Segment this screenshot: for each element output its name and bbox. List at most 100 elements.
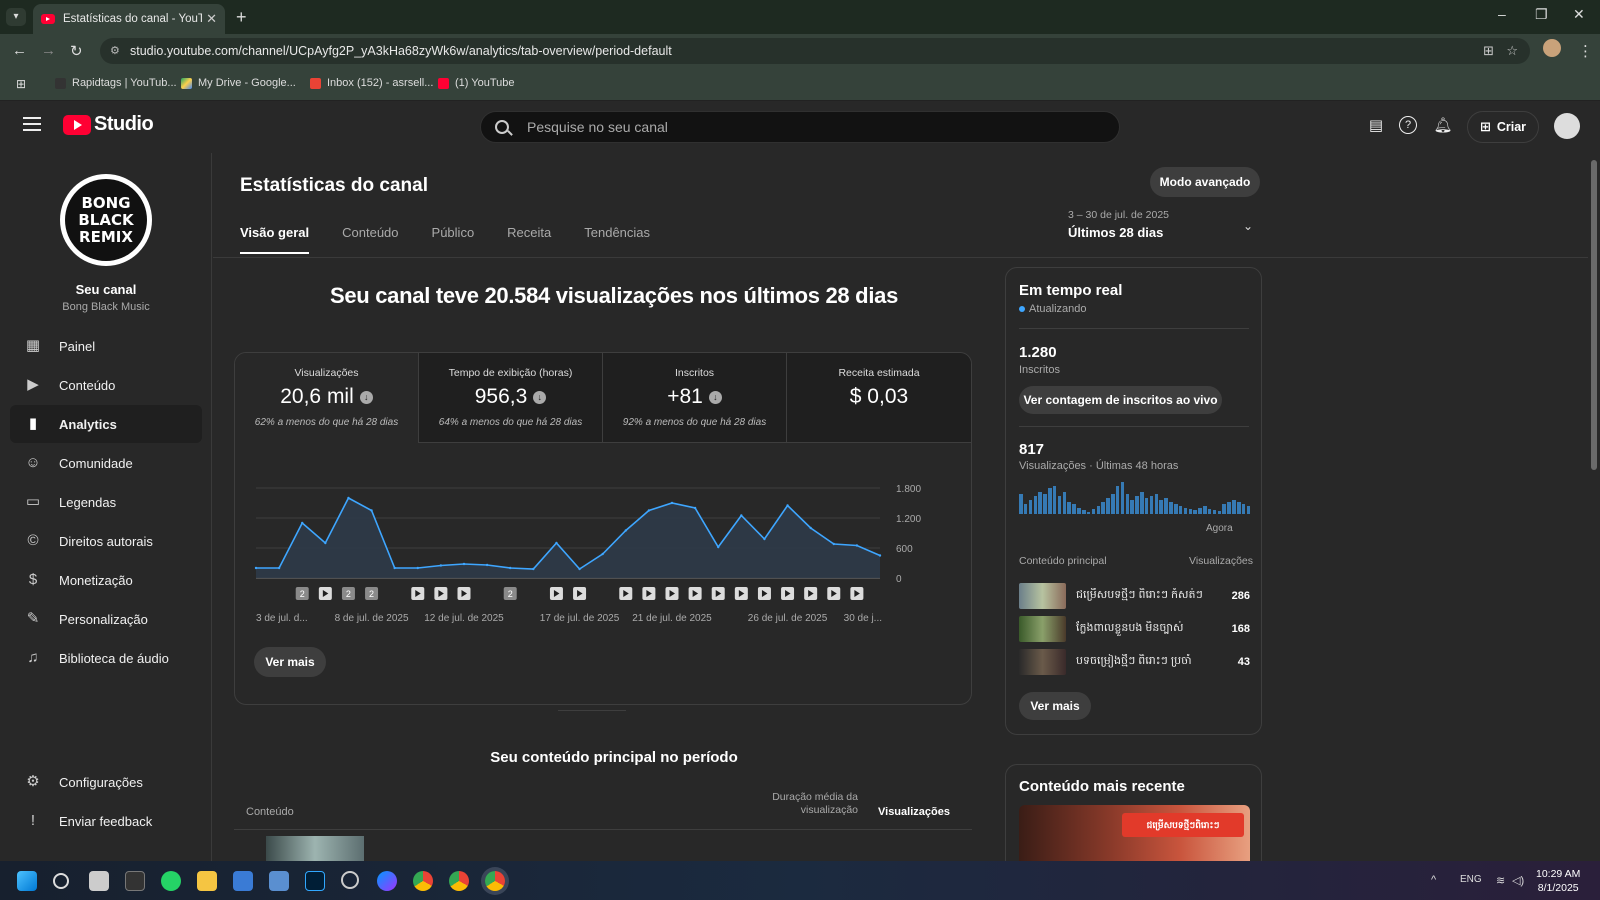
- realtime-list-item[interactable]: ជម្រើសបទថ្មីៗ ពិរោះៗ កំសត់ៗ 286: [1019, 583, 1250, 609]
- video-marker-icon[interactable]: [711, 587, 725, 600]
- sidebar-item-customization[interactable]: ✎ Personalização: [10, 600, 202, 638]
- messenger-icon[interactable]: [377, 871, 397, 891]
- advanced-mode-button[interactable]: Modo avançado: [1150, 167, 1260, 197]
- restore-window-icon[interactable]: ❐: [1535, 6, 1548, 23]
- video-marker-icon[interactable]: [642, 587, 656, 600]
- video-marker-icon[interactable]: [573, 587, 587, 600]
- create-button[interactable]: ⊞ Criar: [1467, 111, 1539, 143]
- openai-icon[interactable]: [341, 871, 359, 889]
- terminal-icon[interactable]: [125, 871, 145, 891]
- close-window-icon[interactable]: ✕: [1573, 6, 1585, 23]
- bookmark-star-icon[interactable]: ☆: [1506, 38, 1518, 64]
- metric-subscribers[interactable]: Inscritos +81 ↓ 92% a menos do que há 28 …: [603, 353, 787, 443]
- messages-icon[interactable]: ▤: [1366, 116, 1386, 136]
- video-marker-icon[interactable]: [781, 587, 795, 600]
- bookmark-youtube[interactable]: (1) YouTube: [438, 77, 515, 89]
- address-bar[interactable]: ⚙ studio.youtube.com/channel/UCpAyfg2P_y…: [100, 38, 1530, 64]
- chrome-active-icon[interactable]: [485, 871, 505, 891]
- tab-revenue[interactable]: Receita: [507, 225, 551, 254]
- sidebar-item-subtitles[interactable]: ▭ Legendas: [10, 483, 202, 521]
- youtube-studio-logo[interactable]: Studio: [63, 113, 154, 136]
- taskbar-search-icon[interactable]: [53, 873, 69, 889]
- system-clock[interactable]: 10:29 AM 8/1/2025: [1536, 867, 1580, 895]
- help-icon[interactable]: ?: [1399, 116, 1417, 134]
- browser-tab-active[interactable]: Estatísticas do canal - YouTube Studio ✕: [33, 4, 225, 34]
- video-marker-icon[interactable]: [411, 587, 425, 600]
- language-indicator[interactable]: ENG: [1460, 874, 1482, 885]
- sidebar-item-monetization[interactable]: $ Monetização: [10, 561, 202, 599]
- tab-search-button[interactable]: ▾: [6, 8, 26, 26]
- forward-arrow-icon[interactable]: →: [41, 42, 56, 59]
- video-marker-icon[interactable]: [804, 587, 818, 600]
- content-thumbnail[interactable]: [266, 836, 364, 861]
- store-icon[interactable]: [233, 871, 253, 891]
- menu-icon[interactable]: [23, 117, 41, 131]
- sidebar-item-audio-library[interactable]: ♫ Biblioteca de áudio: [10, 639, 202, 677]
- video-marker-icon[interactable]: [827, 587, 841, 600]
- video-count-marker[interactable]: 2: [365, 587, 379, 600]
- video-marker-icon[interactable]: [434, 587, 448, 600]
- metric-revenue[interactable]: Receita estimada $ 0,03: [787, 353, 971, 443]
- sidebar-item-dashboard[interactable]: ▦ Painel: [10, 327, 202, 365]
- site-info-icon[interactable]: ⚙: [110, 38, 120, 64]
- live-subscriber-count-button[interactable]: Ver contagem de inscritos ao vivo: [1019, 386, 1222, 414]
- chrome-profile-icon[interactable]: [449, 871, 469, 891]
- reload-icon[interactable]: ↻: [70, 42, 83, 60]
- show-hidden-icons-icon[interactable]: ^: [1431, 874, 1436, 886]
- bookmark-google-drive[interactable]: My Drive - Google...: [181, 77, 296, 89]
- chevron-down-icon[interactable]: ⌄: [1243, 219, 1253, 233]
- sidebar-item-analytics[interactable]: ▮ Analytics: [10, 405, 202, 443]
- close-tab-icon[interactable]: ✕: [206, 11, 217, 27]
- tab-content[interactable]: Conteúdo: [342, 225, 398, 254]
- notifications-bell-icon[interactable]: 🔔︎: [1433, 116, 1453, 136]
- bookmark-gmail[interactable]: Inbox (152) - asrsell...: [310, 77, 433, 89]
- video-marker-icon[interactable]: [757, 587, 771, 600]
- photos-icon[interactable]: [269, 871, 289, 891]
- page-scrollbar[interactable]: [1591, 160, 1597, 470]
- video-marker-icon[interactable]: [318, 587, 332, 600]
- video-marker-icon[interactable]: [619, 587, 633, 600]
- chrome-icon[interactable]: [413, 871, 433, 891]
- metric-watch-time[interactable]: Tempo de exibição (horas) 956,3 ↓ 64% a m…: [419, 353, 603, 443]
- search-input[interactable]: Pesquise no seu canal: [480, 111, 1120, 143]
- bookmark-rapidtags[interactable]: Rapidtags | YouTub...: [55, 77, 177, 89]
- sidebar-item-community[interactable]: ☺ Comunidade: [10, 444, 202, 482]
- sidebar-item-feedback[interactable]: ! Enviar feedback: [10, 802, 202, 840]
- video-marker-icon[interactable]: [734, 587, 748, 600]
- channel-avatar[interactable]: BONG BLACK REMIX: [60, 174, 152, 266]
- metric-views[interactable]: Visualizações 20,6 mil ↓ 62% a menos do q…: [235, 353, 419, 443]
- sidebar-item-content[interactable]: ▶ Conteúdo: [10, 366, 202, 404]
- video-marker-icon[interactable]: [688, 587, 702, 600]
- minimize-window-icon[interactable]: –: [1498, 6, 1506, 22]
- whatsapp-icon[interactable]: [161, 871, 181, 891]
- column-header-avg-duration[interactable]: Duração média da visualização: [748, 791, 858, 817]
- video-count-marker[interactable]: 2: [295, 587, 309, 600]
- profile-avatar-icon[interactable]: [1543, 39, 1561, 57]
- sidebar-item-copyright[interactable]: © Direitos autorais: [10, 522, 202, 560]
- file-explorer-icon[interactable]: [197, 871, 217, 891]
- realtime-list-item[interactable]: ក្លែងពាលខ្លួនបង មិនច្បាស់ 168: [1019, 616, 1250, 642]
- task-view-icon[interactable]: [89, 871, 109, 891]
- photoshop-icon[interactable]: [305, 871, 325, 891]
- see-more-button[interactable]: Ver mais: [254, 647, 326, 677]
- wifi-icon[interactable]: ≋: [1496, 874, 1505, 887]
- video-marker-icon[interactable]: [665, 587, 679, 600]
- date-range-selector[interactable]: 3 – 30 de jul. de 2025 Últimos 28 dias: [1068, 209, 1268, 240]
- new-tab-icon[interactable]: +: [236, 7, 247, 28]
- sidebar-item-settings[interactable]: ⚙ Configurações: [10, 763, 202, 801]
- realtime-list-item[interactable]: បទចម្រៀងថ្មីៗ ពិរោះៗ ប្រចាំ 43: [1019, 649, 1250, 675]
- volume-icon[interactable]: ◁): [1512, 874, 1524, 887]
- video-marker-icon[interactable]: [549, 587, 563, 600]
- column-header-views[interactable]: Visualizações: [878, 806, 950, 818]
- tab-trends[interactable]: Tendências: [584, 225, 650, 254]
- video-marker-icon[interactable]: [850, 587, 864, 600]
- tab-overview[interactable]: Visão geral: [240, 225, 310, 254]
- apps-grid-icon[interactable]: ⊞: [16, 77, 26, 91]
- video-count-marker[interactable]: 2: [503, 587, 517, 600]
- video-count-marker[interactable]: 2: [341, 587, 355, 600]
- back-arrow-icon[interactable]: ←: [12, 42, 27, 59]
- start-windows-icon[interactable]: [17, 871, 37, 891]
- translate-icon[interactable]: ⊞: [1483, 38, 1494, 64]
- video-marker-icon[interactable]: [457, 587, 471, 600]
- account-avatar[interactable]: [1554, 113, 1580, 139]
